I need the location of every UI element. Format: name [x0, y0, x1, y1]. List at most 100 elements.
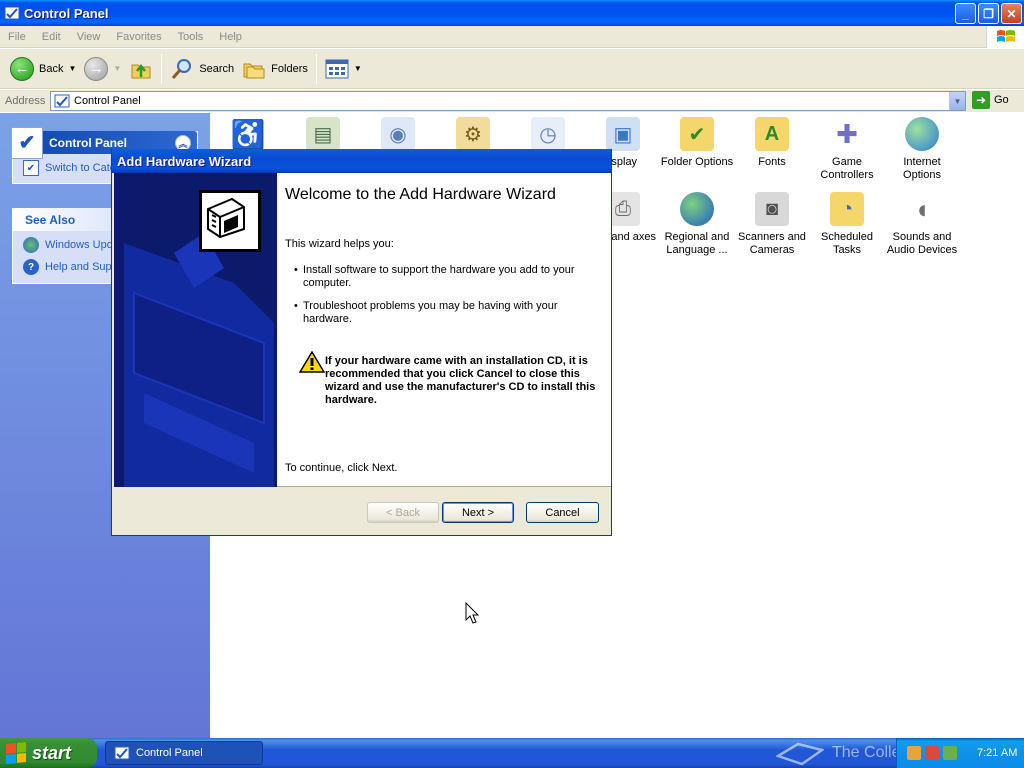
chevron-down-icon[interactable]: ▼: [113, 64, 121, 73]
up-button[interactable]: [125, 52, 157, 86]
item-label: Regional and Language ...: [664, 231, 730, 256]
date-time-icon: ◷: [531, 117, 565, 151]
administrative-tools-icon: ⚙: [456, 117, 490, 151]
views-icon: [325, 59, 349, 78]
folder-options-icon: ✔: [680, 117, 714, 151]
back-arrow-icon: ←: [10, 56, 34, 81]
item-label: Internet Options: [903, 156, 941, 181]
clock: 7:21 AM: [977, 747, 1018, 759]
go-label: Go: [994, 94, 1009, 106]
fonts-icon: A: [755, 117, 789, 151]
item-label: Sounds and Audio Devices: [886, 231, 958, 256]
menu-favorites[interactable]: Favorites: [108, 31, 169, 43]
minimize-button[interactable]: _: [955, 3, 976, 24]
control-panel-icon: [54, 94, 70, 108]
search-button[interactable]: Search: [166, 52, 238, 86]
next-button[interactable]: Next >: [442, 502, 514, 523]
menu-edit[interactable]: Edit: [34, 31, 69, 43]
mouse-cursor-icon: [465, 602, 480, 624]
game-controllers-item[interactable]: ✚ Game Controllers: [809, 117, 885, 182]
see-also-title: See Also: [25, 212, 76, 227]
toolbar-separator: [161, 53, 163, 84]
add-remove-programs-icon: ◉: [381, 117, 415, 151]
menu-tools[interactable]: Tools: [170, 31, 212, 43]
address-label: Address: [5, 95, 46, 107]
security-alert-icon[interactable]: [925, 746, 939, 760]
windows-update-icon: [23, 237, 39, 253]
maximize-button[interactable]: ❐: [978, 3, 999, 24]
network-icon[interactable]: [907, 746, 921, 760]
scanners-cameras-item[interactable]: ◙ Scanners and Cameras: [734, 192, 810, 257]
control-panel-icon: [114, 746, 130, 760]
dialog-title-bar[interactable]: Add Hardware Wizard: [112, 149, 611, 173]
help-icon: ?: [23, 259, 39, 275]
internet-options-icon: [905, 117, 939, 151]
system-tray: 7:21 AM: [896, 738, 1024, 768]
windows-logo-icon: [986, 26, 1024, 48]
cancel-button[interactable]: Cancel: [526, 502, 599, 523]
dialog-body: Welcome to the Add Hardware Wizard This …: [114, 173, 611, 487]
go-button[interactable]: ➜ Go: [972, 91, 1009, 109]
hardware-icon[interactable]: [943, 746, 957, 760]
menu-file[interactable]: File: [0, 31, 34, 43]
wizard-side-banner: [114, 173, 277, 487]
item-label: Scheduled Tasks: [821, 231, 873, 256]
warning-text: If your hardware came with an installati…: [325, 355, 596, 406]
close-button[interactable]: ✕: [1001, 3, 1022, 24]
control-panel-icon: ✔: [11, 126, 43, 159]
wizard-heading: Welcome to the Add Hardware Wizard: [285, 186, 556, 203]
back-button[interactable]: ← Back ▼: [6, 52, 80, 86]
start-label: start: [32, 742, 72, 763]
fonts-item[interactable]: A Fonts: [734, 117, 810, 169]
folders-icon: [243, 63, 265, 78]
folders-button[interactable]: Folders: [238, 52, 312, 86]
dialog-title: Add Hardware Wizard: [117, 153, 252, 169]
add-hardware-wizard-dialog: Add Hardware Wizard Welcome to the Add H…: [111, 149, 612, 536]
menu-help[interactable]: Help: [211, 31, 250, 43]
display-icon: ▣: [606, 117, 640, 151]
sounds-audio-icon: ◖: [914, 193, 930, 224]
start-button[interactable]: start: [0, 738, 97, 768]
chevron-down-icon[interactable]: ▼: [949, 92, 965, 110]
item-label: Game Controllers: [820, 156, 874, 181]
menu-view[interactable]: View: [69, 31, 109, 43]
folder-up-icon: [131, 63, 151, 78]
item-label: Fonts: [758, 156, 786, 168]
add-hardware-icon: ▤: [306, 117, 340, 151]
back-button[interactable]: < Back: [367, 502, 439, 523]
control-panel-icon: ✔: [23, 160, 39, 176]
accessibility-icon: ♿: [230, 118, 266, 150]
toolbar: ← Back ▼ → ▼ Search Folders ▼: [0, 49, 1024, 89]
forward-button[interactable]: → ▼: [80, 52, 125, 86]
warning-icon: [299, 351, 325, 373]
address-input[interactable]: Control Panel ▼: [50, 91, 966, 111]
continue-text: To continue, click Next.: [285, 462, 398, 474]
scheduled-tasks-item[interactable]: ◔ Scheduled Tasks: [809, 192, 885, 257]
chevron-down-icon[interactable]: ▼: [354, 64, 362, 73]
sounds-audio-item[interactable]: ◖ Sounds and Audio Devices: [884, 192, 960, 257]
windows-logo-icon: [6, 741, 26, 765]
taskbar-item-label: Control Panel: [136, 747, 203, 759]
regional-language-icon: [680, 192, 714, 226]
window-title: Control Panel: [24, 5, 109, 21]
forward-arrow-icon: →: [84, 56, 109, 81]
go-arrow-icon: ➜: [972, 91, 990, 109]
internet-options-item[interactable]: Internet Options: [884, 117, 960, 182]
chevron-down-icon[interactable]: ▼: [68, 64, 76, 73]
item-label: Scanners and Cameras: [738, 231, 806, 256]
taskbar: start Control Panel The Collection Book …: [0, 738, 1024, 768]
window-title-bar[interactable]: Control Panel _ ❐ ✕: [0, 0, 1024, 26]
folder-options-item[interactable]: ✔ Folder Options: [659, 117, 735, 169]
wizard-bullet: Troubleshoot problems you may be having …: [294, 300, 585, 326]
taskbar-item-control-panel[interactable]: Control Panel: [105, 741, 263, 765]
search-label: Search: [199, 62, 235, 75]
wizard-intro: This wizard helps you:: [285, 238, 394, 250]
address-value: Control Panel: [74, 95, 141, 107]
back-label: Back: [39, 62, 64, 75]
scheduled-tasks-icon: ◔: [830, 192, 864, 226]
search-icon: [172, 58, 192, 79]
toolbar-separator: [315, 53, 317, 84]
address-bar: Address Control Panel ▼ ➜ Go: [0, 90, 1024, 112]
regional-language-item[interactable]: Regional and Language ...: [659, 192, 735, 257]
views-button[interactable]: ▼: [321, 52, 366, 86]
